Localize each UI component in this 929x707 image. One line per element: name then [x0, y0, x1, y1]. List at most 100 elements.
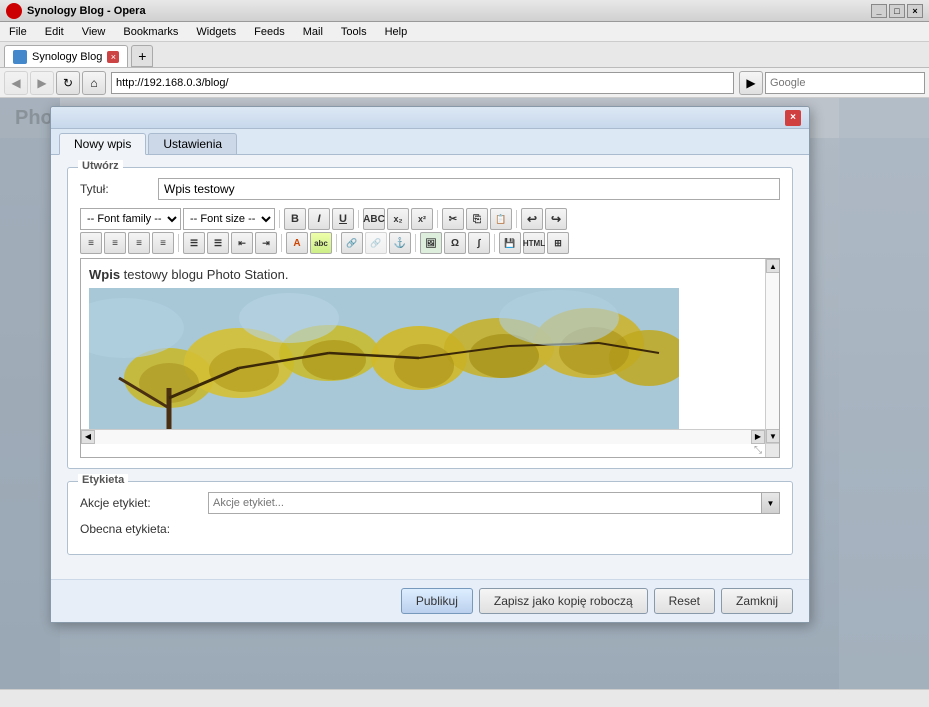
toolbar-sep-6: [281, 234, 282, 252]
scroll-down-btn[interactable]: ▼: [766, 429, 780, 443]
title-bar: Synology Blog - Opera _ □ ×: [0, 0, 929, 22]
copy-btn[interactable]: ⎘: [466, 208, 488, 230]
minimize-btn[interactable]: _: [871, 4, 887, 18]
toolbar-row-2: ≡ ≡ ≡ ≡ ☰ ☰ ⇤ ⇥ A abc: [80, 232, 780, 254]
undo-btn[interactable]: ↩: [521, 208, 543, 230]
superscript-btn[interactable]: x²: [411, 208, 433, 230]
address-input[interactable]: [116, 77, 729, 89]
scroll-right-btn[interactable]: ▶: [751, 430, 765, 444]
modal-tabs: Nowy wpis Ustawienia: [51, 129, 809, 155]
forward-btn[interactable]: ▶: [30, 71, 54, 95]
align-right-btn[interactable]: ≡: [128, 232, 150, 254]
save-btn[interactable]: 💾: [499, 232, 521, 254]
tab-nowy-wpis[interactable]: Nowy wpis: [59, 133, 146, 155]
indent-btn[interactable]: ⇥: [255, 232, 277, 254]
maximize-btn[interactable]: □: [889, 4, 905, 18]
akcje-dropdown-btn[interactable]: ▼: [761, 493, 779, 513]
title-row: Tytuł:: [80, 178, 780, 200]
editor-area[interactable]: Wpis testowy blogu Photo Station.: [80, 258, 780, 458]
subscript-btn[interactable]: x₂: [387, 208, 409, 230]
window-controls: _ □ ×: [871, 4, 923, 18]
editor-scrollbar-h[interactable]: ◀ ▶: [81, 429, 765, 443]
go-btn[interactable]: ▶: [739, 71, 763, 95]
strikethrough-btn[interactable]: ABC: [363, 208, 385, 230]
title-input[interactable]: [158, 178, 780, 200]
modal-title-bar: ×: [51, 107, 809, 129]
scroll-up-btn[interactable]: ▲: [766, 259, 780, 273]
menu-help[interactable]: Help: [380, 25, 413, 39]
modal-footer: Publikuj Zapisz jako kopię roboczą Reset…: [51, 579, 809, 622]
search-wrap: [765, 72, 925, 94]
tab-bar: Synology Blog × +: [0, 42, 929, 68]
close-btn[interactable]: ×: [907, 4, 923, 18]
highlight-btn[interactable]: abc: [310, 232, 332, 254]
special-char-btn[interactable]: Ω: [444, 232, 466, 254]
menu-widgets[interactable]: Widgets: [191, 25, 241, 39]
home-btn[interactable]: ⌂: [82, 71, 106, 95]
italic-btn[interactable]: I: [308, 208, 330, 230]
font-color-btn[interactable]: A: [286, 232, 308, 254]
underline-btn[interactable]: U: [332, 208, 354, 230]
toolbar-sep-5: [178, 234, 179, 252]
menu-file[interactable]: File: [4, 25, 32, 39]
paste-btn[interactable]: 📋: [490, 208, 512, 230]
tab-favicon: [13, 50, 27, 64]
reset-btn[interactable]: Reset: [654, 588, 715, 614]
toolbar-sep-8: [415, 234, 416, 252]
scroll-corner: [765, 443, 779, 457]
link-btn[interactable]: 🔗: [341, 232, 363, 254]
symbol-btn[interactable]: ∫: [468, 232, 490, 254]
menu-tools[interactable]: Tools: [336, 25, 372, 39]
toolbar-sep-9: [494, 234, 495, 252]
menu-mail[interactable]: Mail: [298, 25, 328, 39]
scroll-left-btn[interactable]: ◀: [81, 430, 95, 444]
tab-ustawienia[interactable]: Ustawienia: [148, 133, 237, 154]
tab-close-btn[interactable]: ×: [107, 51, 119, 63]
bold-btn[interactable]: B: [284, 208, 306, 230]
editor-scrollbar-v[interactable]: ▲ ▼: [765, 259, 779, 443]
browser-tab-active[interactable]: Synology Blog ×: [4, 45, 128, 67]
modal-close-btn[interactable]: ×: [785, 110, 801, 126]
font-family-select[interactable]: -- Font family --: [80, 208, 181, 230]
editor-toolbar: -- Font family -- -- Font size -- B I U: [80, 208, 780, 254]
opera-logo-icon: [6, 3, 22, 19]
anchor-btn[interactable]: ⚓: [389, 232, 411, 254]
redo-btn[interactable]: ↪: [545, 208, 567, 230]
scroll-track-v: [766, 273, 779, 429]
image-btn[interactable]: 🖼: [420, 232, 442, 254]
page-content: Photo Station Photo+Video+Blog × Nowy wp…: [0, 98, 929, 689]
cut-btn[interactable]: ✂: [442, 208, 464, 230]
menu-view[interactable]: View: [77, 25, 111, 39]
unlink-btn[interactable]: 🔗: [365, 232, 387, 254]
search-input[interactable]: [770, 77, 920, 89]
menu-feeds[interactable]: Feeds: [249, 25, 290, 39]
close-dialog-btn[interactable]: Zamknij: [721, 588, 793, 614]
menu-bookmarks[interactable]: Bookmarks: [118, 25, 183, 39]
html-btn[interactable]: HTML: [523, 232, 545, 254]
editor-image: [89, 288, 679, 438]
frame-btn[interactable]: ⊞: [547, 232, 569, 254]
align-center-btn[interactable]: ≡: [104, 232, 126, 254]
outdent-btn[interactable]: ⇤: [231, 232, 253, 254]
align-justify-btn[interactable]: ≡: [152, 232, 174, 254]
editor-image-wrap: [89, 288, 771, 438]
section-etykieta-label: Etykieta: [78, 474, 128, 486]
akcje-input[interactable]: [209, 497, 761, 509]
publish-btn[interactable]: Publikuj: [401, 588, 473, 614]
save-draft-btn[interactable]: Zapisz jako kopię roboczą: [479, 588, 648, 614]
font-size-select[interactable]: -- Font size --: [183, 208, 275, 230]
list-ul-btn[interactable]: ☰: [183, 232, 205, 254]
obecna-label: Obecna etykieta:: [80, 522, 200, 536]
menu-edit[interactable]: Edit: [40, 25, 69, 39]
resize-handle[interactable]: ⤡: [751, 443, 765, 457]
obecna-row: Obecna etykieta:: [80, 522, 780, 536]
reload-btn[interactable]: ↻: [56, 71, 80, 95]
scroll-track-h: [95, 430, 751, 444]
align-left-btn[interactable]: ≡: [80, 232, 102, 254]
status-bar: [0, 689, 929, 707]
new-tab-btn[interactable]: +: [131, 45, 153, 67]
browser-window: Synology Blog - Opera _ □ × File Edit Vi…: [0, 0, 929, 707]
list-ol-btn[interactable]: ☰: [207, 232, 229, 254]
back-btn[interactable]: ◀: [4, 71, 28, 95]
modal-dialog: × Nowy wpis Ustawienia Utwórz Tytuł:: [50, 106, 810, 623]
